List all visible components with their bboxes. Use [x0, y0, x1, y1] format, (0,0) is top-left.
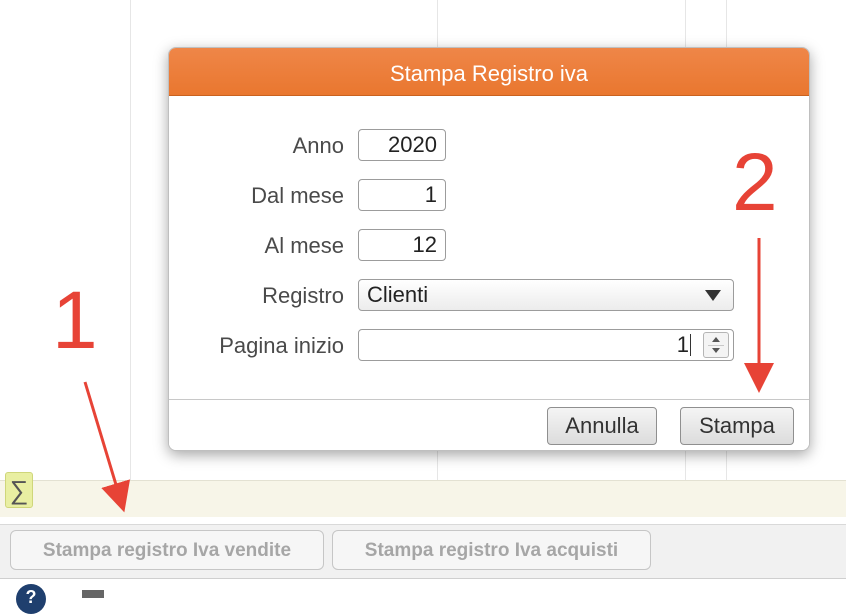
annotation-arrows — [83, 238, 774, 513]
arrow-to-footer-button — [83, 381, 131, 513]
